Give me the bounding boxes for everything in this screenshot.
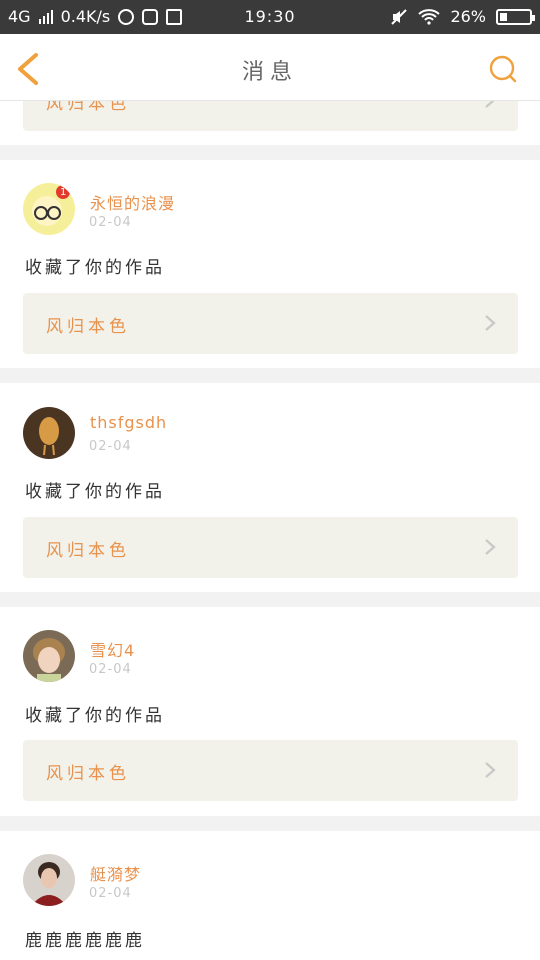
chevron-right-icon	[485, 101, 495, 108]
status-right: 26%	[390, 7, 535, 26]
work-link[interactable]: 风归本色	[23, 293, 518, 354]
message-text: 收藏了你的作品	[25, 482, 165, 502]
avatar[interactable]	[23, 407, 75, 459]
nav-bar: 消息	[0, 34, 540, 101]
username[interactable]: 永恒的浪漫	[90, 190, 175, 214]
username[interactable]: 雪幻4	[90, 637, 135, 661]
message-text: 收藏了你的作品	[25, 258, 165, 278]
message-date: 02-04	[89, 439, 132, 454]
avatar-badge: 1	[60, 187, 67, 198]
message-item: thsfgsdh 02-04 收藏了你的作品 风归本色	[0, 383, 540, 592]
wifi-icon	[418, 8, 441, 25]
avatar[interactable]	[23, 854, 75, 906]
battery-fill	[500, 12, 508, 21]
message-text: 鹿鹿鹿鹿鹿鹿	[25, 931, 145, 951]
message-item-partial: 风归本色	[0, 101, 540, 145]
message-list[interactable]: 风归本色 1 永恒的浪漫 02-04 收藏了你的作品 风归本色 thsfgsdh…	[0, 101, 540, 960]
battery-percent: 26%	[450, 7, 486, 26]
message-date: 02-04	[89, 662, 132, 677]
search-icon[interactable]	[488, 54, 518, 84]
chevron-right-icon	[485, 315, 496, 331]
mute-icon	[391, 8, 408, 25]
message-item: 1 永恒的浪漫 02-04 收藏了你的作品 风归本色	[0, 160, 540, 368]
avatar[interactable]	[23, 630, 75, 682]
page-title: 消息	[241, 60, 298, 85]
avatar[interactable]	[23, 183, 75, 235]
message-item: 艇漪梦 02-04 鹿鹿鹿鹿鹿鹿	[0, 831, 540, 960]
username[interactable]: thsfgsdh	[90, 413, 167, 432]
work-title: 风归本色	[46, 541, 130, 561]
message-date: 02-04	[89, 215, 132, 230]
chevron-right-icon	[485, 762, 496, 778]
battery-icon	[496, 8, 535, 25]
message-text: 收藏了你的作品	[25, 706, 165, 726]
work-title: 风归本色	[46, 764, 130, 784]
work-link[interactable]: 风归本色	[23, 101, 518, 131]
work-link[interactable]: 风归本色	[23, 740, 518, 801]
message-date: 02-04	[89, 886, 132, 901]
work-title: 风归本色	[46, 317, 130, 337]
work-link[interactable]: 风归本色	[23, 517, 518, 578]
work-title: 风归本色	[46, 101, 130, 114]
status-bar: 4G 0.4K/s 19:30 26%	[0, 0, 540, 34]
chevron-right-icon	[485, 539, 496, 555]
username[interactable]: 艇漪梦	[90, 861, 141, 885]
message-item: 雪幻4 02-04 收藏了你的作品 风归本色	[0, 607, 540, 816]
